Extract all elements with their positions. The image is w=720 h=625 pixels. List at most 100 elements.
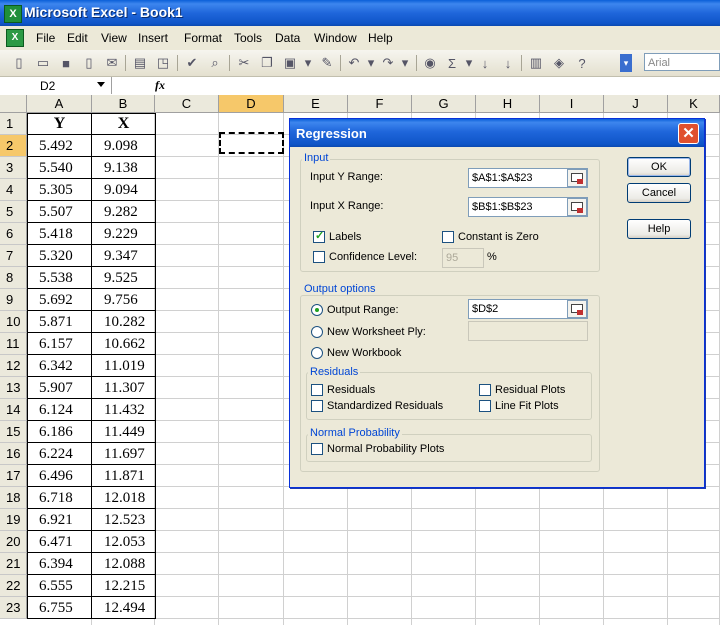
collapse-dialog-output-icon[interactable]	[567, 300, 587, 318]
menu-format[interactable]: Format	[184, 31, 222, 45]
column-header-H[interactable]: H	[476, 95, 540, 113]
row-header-16[interactable]: 16	[0, 443, 27, 465]
row-header-22[interactable]: 22	[0, 575, 27, 597]
open-icon[interactable]: ▭	[34, 54, 52, 72]
row-header-17[interactable]: 17	[0, 465, 27, 487]
row-header-19[interactable]: 19	[0, 509, 27, 531]
menu-help[interactable]: Help	[368, 31, 393, 45]
copy-icon[interactable]: ❐	[258, 54, 276, 72]
redo-icon[interactable]: ↷	[379, 54, 397, 72]
redo-dropdown-icon[interactable]: ▾	[396, 54, 414, 72]
chart-wizard-icon[interactable]: ▥	[527, 54, 545, 72]
confidence-level-field[interactable]: 95	[442, 248, 484, 268]
line-fit-plots-checkbox[interactable]	[479, 400, 491, 412]
print-preview-icon[interactable]: ◳	[154, 54, 172, 72]
row-header-18[interactable]: 18	[0, 487, 27, 509]
chevron-down-icon[interactable]	[97, 82, 105, 87]
active-cell-D2[interactable]	[219, 132, 284, 154]
format-painter-icon[interactable]: ✎	[318, 54, 336, 72]
column-header-G[interactable]: G	[412, 95, 476, 113]
help-button[interactable]: Help	[627, 219, 691, 239]
sort-ascending-icon[interactable]: ↓	[476, 54, 494, 72]
sort-descending-icon[interactable]: ↓	[499, 54, 517, 72]
confidence-level-checkbox[interactable]	[313, 251, 325, 263]
standardized-residuals-checkbox[interactable]	[311, 400, 323, 412]
collapse-dialog-y-icon[interactable]	[567, 169, 587, 187]
column-header-B[interactable]: B	[92, 95, 155, 113]
print-icon[interactable]: ▤	[131, 54, 149, 72]
cut-icon[interactable]: ✂	[235, 54, 253, 72]
select-all-corner[interactable]	[0, 95, 27, 113]
spelling-icon[interactable]: ✔	[183, 54, 201, 72]
function-icon[interactable]: fx	[155, 78, 165, 93]
menu-insert[interactable]: Insert	[138, 31, 168, 45]
menu-window[interactable]: Window	[314, 31, 357, 45]
excel-app-icon[interactable]: X	[4, 5, 22, 23]
row-header-6[interactable]: 6	[0, 223, 27, 245]
row-header-11[interactable]: 11	[0, 333, 27, 355]
collapse-dialog-x-icon[interactable]	[567, 198, 587, 216]
menu-file[interactable]: File	[36, 31, 55, 45]
help-icon[interactable]: ?	[573, 54, 591, 72]
cell-A1[interactable]: Y	[27, 113, 92, 135]
row-header-7[interactable]: 7	[0, 245, 27, 267]
row-header-1[interactable]: 1	[0, 113, 27, 135]
row-header-3[interactable]: 3	[0, 157, 27, 179]
residual-plots-checkbox[interactable]	[479, 384, 491, 396]
row-header-8[interactable]: 8	[0, 267, 27, 289]
row-header-21[interactable]: 21	[0, 553, 27, 575]
menu-view[interactable]: View	[101, 31, 127, 45]
ok-button[interactable]: OK	[627, 157, 691, 177]
column-header-J[interactable]: J	[604, 95, 668, 113]
column-header-I[interactable]: I	[540, 95, 604, 113]
row-header-15[interactable]: 15	[0, 421, 27, 443]
research-icon[interactable]: ⌕	[206, 54, 224, 72]
name-box[interactable]: D2	[0, 77, 112, 94]
labels-checkbox[interactable]	[313, 229, 325, 243]
row-header-14[interactable]: 14	[0, 399, 27, 421]
menu-tools[interactable]: Tools	[234, 31, 262, 45]
row-header-4[interactable]: 4	[0, 179, 27, 201]
row-header-10[interactable]: 10	[0, 311, 27, 333]
hyperlink-icon[interactable]: ◉	[421, 54, 439, 72]
row-header-2[interactable]: 2	[0, 135, 27, 157]
column-header-E[interactable]: E	[284, 95, 348, 113]
row-header-13[interactable]: 13	[0, 377, 27, 399]
column-header-D[interactable]: D	[219, 95, 284, 113]
row-header-23[interactable]: 23	[0, 597, 27, 619]
undo-dropdown-icon[interactable]: ▾	[362, 54, 380, 72]
menu-edit[interactable]: Edit	[67, 31, 88, 45]
toolbar-options-icon[interactable]: ▾	[620, 54, 632, 72]
row-header-5[interactable]: 5	[0, 201, 27, 223]
row-header-20[interactable]: 20	[0, 531, 27, 553]
column-header-F[interactable]: F	[348, 95, 412, 113]
close-icon[interactable]: ✕	[678, 123, 699, 144]
row-header-12[interactable]: 12	[0, 355, 27, 377]
new-icon[interactable]: ▯	[10, 54, 28, 72]
paste-dropdown-icon[interactable]: ▾	[299, 54, 317, 72]
column-header-C[interactable]: C	[155, 95, 219, 113]
cell-B1[interactable]: X	[92, 113, 155, 135]
workbook-icon[interactable]: X	[6, 29, 24, 47]
output-range-radio[interactable]	[311, 304, 323, 316]
residuals-checkbox[interactable]	[311, 384, 323, 396]
paste-icon[interactable]: ▣	[281, 54, 299, 72]
normal-probability-plots-checkbox[interactable]	[311, 443, 323, 455]
font-name-field[interactable]: Arial	[644, 53, 720, 71]
drawing-icon[interactable]: ◈	[550, 54, 568, 72]
constant-zero-checkbox[interactable]	[442, 231, 454, 243]
permission-icon[interactable]: ▯	[80, 54, 98, 72]
undo-icon[interactable]: ↶	[345, 54, 363, 72]
menu-data[interactable]: Data	[275, 31, 300, 45]
residuals-group	[306, 372, 592, 420]
new-workbook-radio[interactable]	[311, 347, 323, 359]
row-header-9[interactable]: 9	[0, 289, 27, 311]
column-header-A[interactable]: A	[27, 95, 92, 113]
new-worksheet-ply-field[interactable]	[468, 321, 588, 341]
new-worksheet-ply-radio[interactable]	[311, 326, 323, 338]
column-header-K[interactable]: K	[668, 95, 720, 113]
save-icon[interactable]: ■	[57, 54, 75, 72]
email-icon[interactable]: ✉	[103, 54, 121, 72]
cancel-button[interactable]: Cancel	[627, 183, 691, 203]
autosum-icon[interactable]: Σ	[443, 54, 461, 72]
